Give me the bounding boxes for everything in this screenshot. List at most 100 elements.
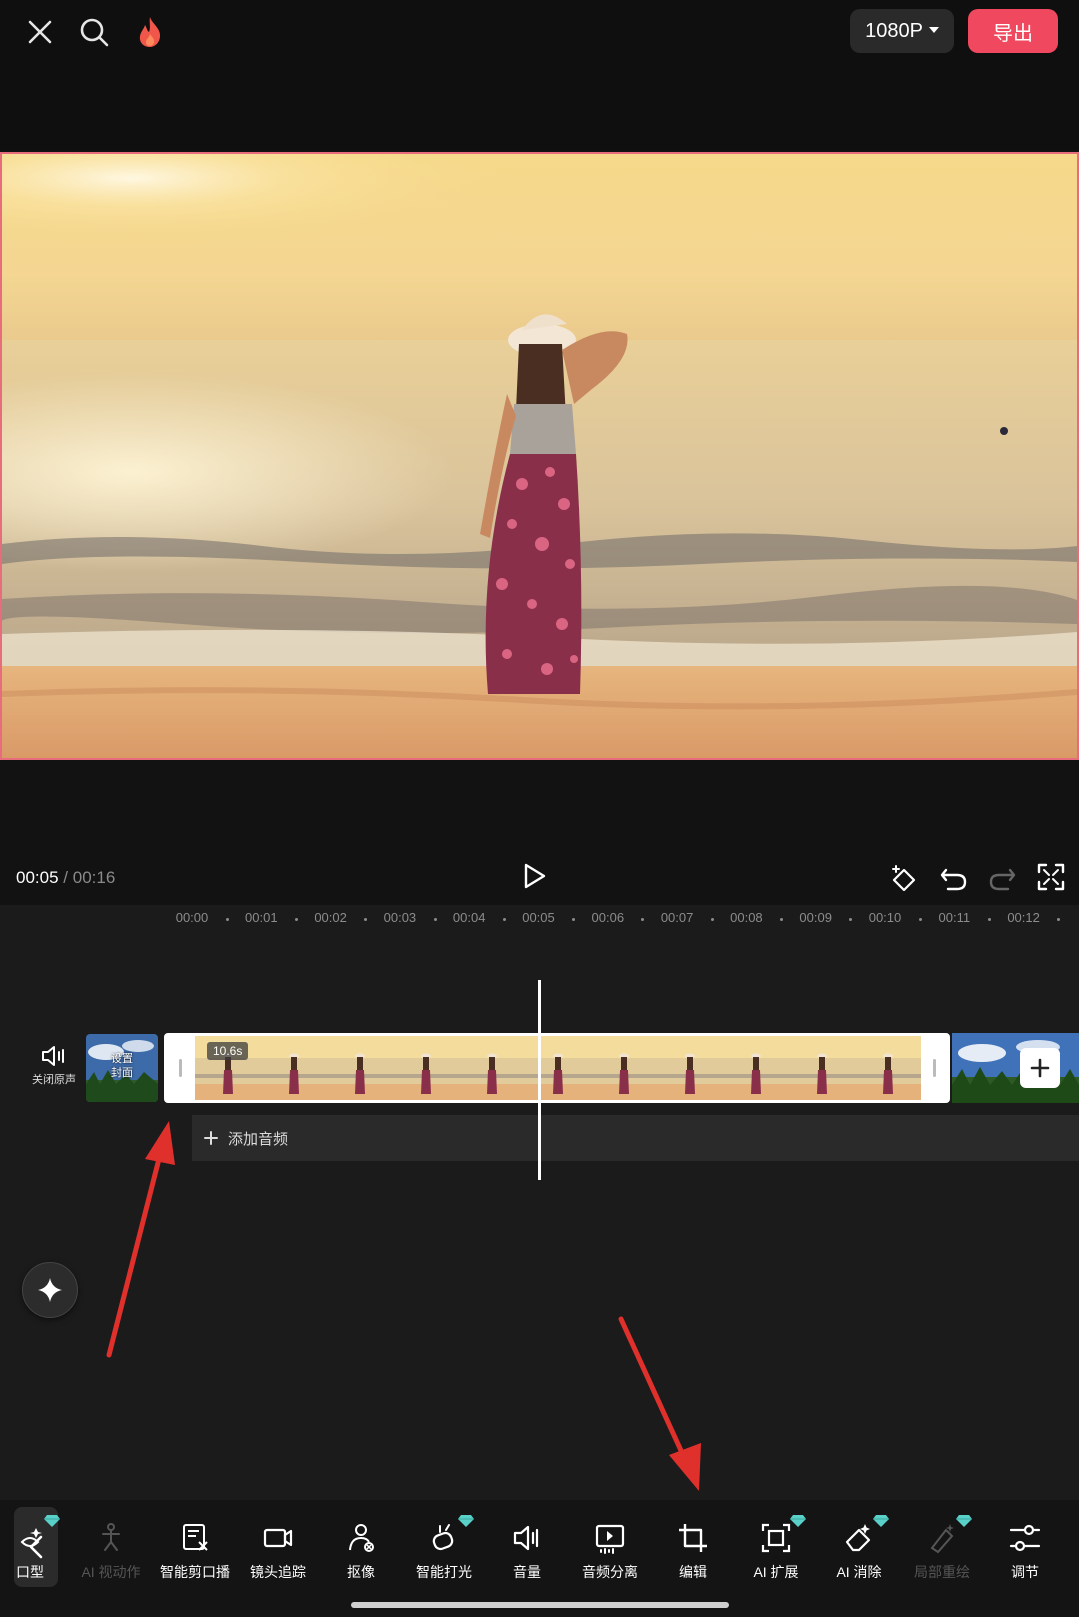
ruler-tick-label: 00:04 bbox=[452, 910, 486, 925]
premium-gem-icon bbox=[956, 1514, 972, 1532]
video-preview[interactable] bbox=[0, 152, 1079, 760]
search-icon[interactable] bbox=[74, 12, 114, 52]
resolution-dropdown[interactable]: 1080P bbox=[850, 9, 954, 53]
ruler-tick-label: 00:00 bbox=[175, 910, 209, 925]
video-clip[interactable]: 10.6s bbox=[164, 1033, 950, 1103]
tool-label: 抠像 bbox=[347, 1564, 375, 1580]
tool-label: 音量 bbox=[513, 1564, 541, 1580]
tool-ai-expand[interactable]: AI 扩展 bbox=[734, 1515, 818, 1588]
set-cover-button[interactable]: 设置 封面 bbox=[86, 1034, 158, 1102]
ruler-tick-label: 00:09 bbox=[799, 910, 832, 925]
tool-label: 调节 bbox=[1011, 1564, 1039, 1580]
tool-label: AI 视动作 bbox=[81, 1564, 141, 1580]
tool-label: AI 消除 bbox=[836, 1564, 882, 1580]
play-icon[interactable] bbox=[522, 862, 558, 894]
ruler-tick-label: 00:08 bbox=[730, 910, 763, 925]
ruler-dot bbox=[294, 918, 298, 921]
close-icon[interactable] bbox=[20, 12, 60, 52]
ruler-dot bbox=[641, 918, 645, 921]
lip-sync-icon bbox=[12, 1515, 60, 1556]
tool-crop[interactable]: 编辑 bbox=[651, 1520, 735, 1588]
clip-frame-thumbnail bbox=[789, 1036, 855, 1100]
ai-motion-icon bbox=[93, 1520, 129, 1556]
mute-label: 关闭原声 bbox=[32, 1074, 76, 1086]
ruler-dot bbox=[849, 918, 853, 921]
tool-inpaint[interactable]: 局部重绘 bbox=[900, 1515, 984, 1588]
ruler-dot bbox=[1057, 918, 1061, 921]
timecode: 00:05 / 00:16 bbox=[16, 868, 115, 888]
tool-audio-split[interactable]: 音频分离 bbox=[568, 1520, 652, 1588]
sparkle-icon bbox=[38, 1278, 62, 1302]
undo-icon[interactable] bbox=[938, 862, 970, 894]
clip-frame-thumbnail bbox=[723, 1036, 789, 1100]
clip-frame-thumbnail bbox=[327, 1036, 393, 1100]
cover-label: 设置 封面 bbox=[111, 1053, 133, 1079]
fullscreen-icon[interactable] bbox=[1036, 862, 1068, 894]
tool-label: 音频分离 bbox=[582, 1564, 638, 1580]
clip-frame-thumbnail bbox=[459, 1036, 525, 1100]
tool-label: 镜头追踪 bbox=[250, 1564, 306, 1580]
add-clip-button[interactable] bbox=[1020, 1048, 1060, 1088]
premium-gem-icon bbox=[790, 1514, 806, 1532]
mute-original-audio-button[interactable]: 关闭原声 bbox=[28, 1045, 80, 1093]
add-audio-track[interactable]: 添加音频 bbox=[192, 1115, 1079, 1161]
clip-right-trim-handle[interactable] bbox=[921, 1036, 947, 1100]
ruler-tick-label: 00:02 bbox=[314, 910, 347, 925]
smart-cut-icon bbox=[177, 1520, 213, 1556]
clip-frame-thumbnail bbox=[393, 1036, 459, 1100]
plus-icon bbox=[1030, 1058, 1050, 1078]
ruler-dot bbox=[225, 918, 229, 921]
ai-erase-icon bbox=[841, 1515, 889, 1556]
clip-left-trim-handle[interactable] bbox=[167, 1036, 193, 1100]
playhead[interactable] bbox=[538, 980, 541, 1180]
tool-smart-cut[interactable]: 智能剪口播 bbox=[153, 1520, 237, 1588]
ruler-tick-label: 00:10 bbox=[868, 910, 902, 925]
ruler-tick-label: 00:06 bbox=[591, 910, 625, 925]
tool-smart-light[interactable]: 智能打光 bbox=[402, 1515, 486, 1588]
time-separator: / bbox=[63, 868, 69, 887]
tool-cutout[interactable]: 抠像 bbox=[319, 1520, 403, 1588]
tool-ai-motion[interactable]: AI 视动作 bbox=[69, 1520, 153, 1588]
tool-ai-erase[interactable]: AI 消除 bbox=[817, 1515, 901, 1588]
export-button[interactable]: 导出 bbox=[968, 9, 1058, 53]
ruler-dot bbox=[987, 918, 991, 921]
ruler-dot bbox=[572, 918, 576, 921]
tool-label: 智能剪口播 bbox=[160, 1564, 230, 1580]
ruler-dot bbox=[364, 918, 368, 921]
speaker-icon bbox=[42, 1046, 64, 1066]
ruler-dot bbox=[710, 918, 714, 921]
clip-frame-thumbnail bbox=[591, 1036, 657, 1100]
clip-duration-badge: 10.6s bbox=[207, 1042, 249, 1060]
plus-icon bbox=[204, 1131, 218, 1145]
ruler-tick-label: 00:05 bbox=[522, 910, 555, 925]
ruler-tick-label: 00:12 bbox=[1007, 910, 1040, 925]
tool-label: 智能打光 bbox=[416, 1564, 472, 1580]
ruler-tick-label: 00:07 bbox=[660, 910, 694, 925]
audio-split-icon bbox=[592, 1520, 628, 1556]
tool-volume[interactable]: 音量 bbox=[485, 1520, 569, 1588]
ruler-tick-label: 00:03 bbox=[383, 910, 417, 925]
inpaint-icon bbox=[924, 1515, 972, 1556]
keyframe-icon[interactable] bbox=[888, 862, 920, 894]
volume-icon bbox=[509, 1520, 545, 1556]
premium-gem-icon bbox=[458, 1514, 474, 1532]
tool-adjust[interactable]: 调节 bbox=[983, 1520, 1067, 1588]
clip-thumbnail-strip bbox=[195, 1036, 921, 1100]
ruler-dot bbox=[918, 918, 922, 921]
clip-frame-thumbnail bbox=[525, 1036, 591, 1100]
ruler-dot bbox=[780, 918, 784, 921]
redo-icon[interactable] bbox=[986, 862, 1018, 894]
annotation-arrow-down bbox=[618, 1316, 701, 1491]
clip-frame-thumbnail bbox=[855, 1036, 921, 1100]
ai-assistant-button[interactable] bbox=[22, 1262, 78, 1318]
adjust-icon bbox=[1007, 1520, 1043, 1556]
camera-track-icon bbox=[260, 1520, 296, 1556]
tool-label: 局部重绘 bbox=[914, 1564, 970, 1580]
smart-light-icon bbox=[426, 1515, 474, 1556]
tool-camera-track[interactable]: 镜头追踪 bbox=[236, 1520, 320, 1588]
fire-icon[interactable] bbox=[130, 12, 170, 52]
crop-icon bbox=[675, 1520, 711, 1556]
tool-lip-sync[interactable]: 口型 bbox=[0, 1515, 72, 1588]
time-ruler[interactable]: 00:00 00:01 00:02 00:03 00:04 00:05 00:06 00:07… bbox=[0, 910, 1079, 930]
total-time: 00:16 bbox=[72, 868, 116, 887]
